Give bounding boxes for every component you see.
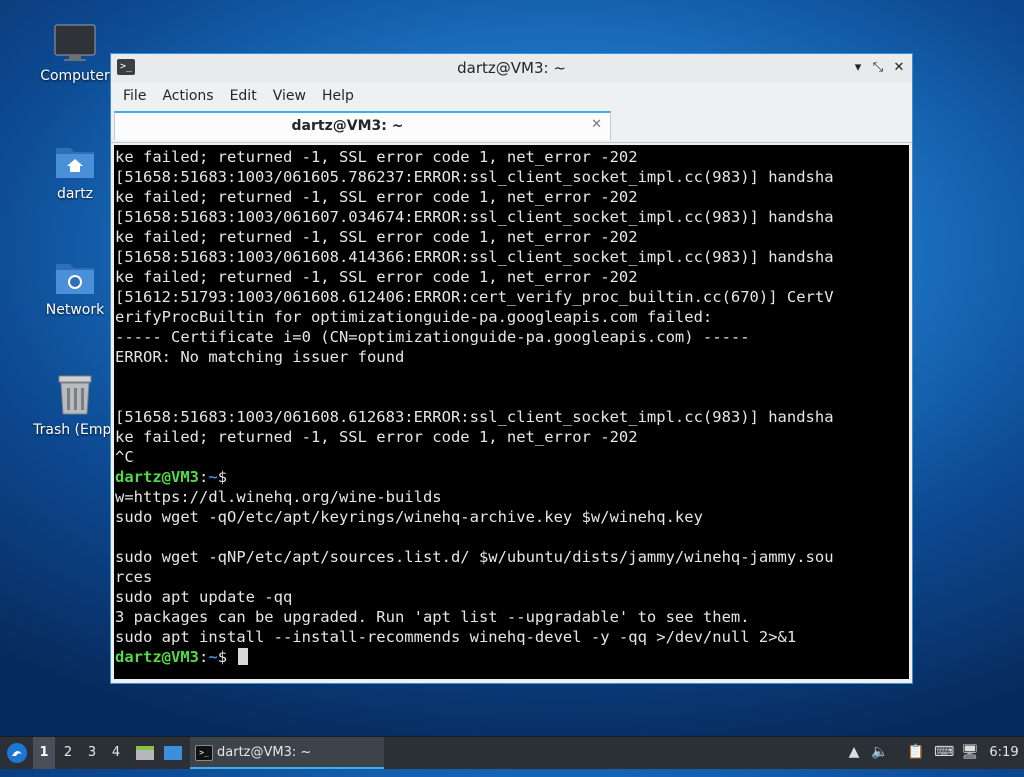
desktop-icon-label: Trash (Empt — [33, 422, 117, 438]
terminal-line: 3 packages can be upgraded. Run 'apt lis… — [115, 608, 750, 626]
menu-actions[interactable]: Actions — [154, 88, 221, 104]
terminal-output[interactable]: ke failed; returned -1, SSL error code 1… — [114, 145, 909, 679]
terminal-line: ke failed; returned -1, SSL error code 1… — [115, 428, 638, 446]
minimize-button[interactable]: ▾ — [849, 59, 867, 77]
shell-prompt: dartz@VM3:~$ — [115, 467, 909, 487]
desktop-icon-computer[interactable]: Computer — [30, 24, 120, 84]
terminal-line: sudo apt install --install-recommends wi… — [115, 628, 797, 646]
terminal-line: erifyProcBuiltin for optimizationguide-p… — [115, 308, 713, 326]
prompt-user: dartz@VM3 — [115, 648, 199, 666]
tab-close-icon[interactable]: ✕ — [591, 117, 602, 132]
prompt-sign: $ — [217, 468, 228, 486]
workspace-1[interactable]: 1 — [33, 737, 55, 769]
tab-terminal[interactable]: dartz@VM3: ~ ✕ — [114, 111, 611, 140]
volume-icon[interactable]: 🔈 — [871, 743, 889, 761]
clipboard-icon[interactable]: 📋 — [907, 743, 925, 761]
terminal-line: sudo wget -qO/etc/apt/keyrings/winehq-ar… — [115, 508, 703, 526]
workspace-2[interactable]: 2 — [57, 737, 79, 769]
tab-label: dartz@VM3: ~ — [291, 118, 404, 134]
tray-arrow-icon[interactable]: ▲ — [845, 743, 863, 761]
window-titlebar[interactable]: >_ dartz@VM3: ~ ▾ ⤡ ✕ — [111, 54, 912, 82]
prompt-user: dartz@VM3 — [115, 468, 199, 486]
menu-edit[interactable]: Edit — [222, 88, 265, 104]
update-notifier-icon[interactable]: 🖥 — [961, 743, 979, 761]
desktop-icon-label: Computer — [40, 68, 110, 84]
desktop-icon-label: dartz — [56, 186, 94, 202]
terminal-line: ^C — [115, 448, 134, 466]
desktop-icon-network[interactable]: Network — [30, 258, 120, 318]
menu-help[interactable]: Help — [314, 88, 362, 104]
desktop-icon-home[interactable]: dartz — [30, 142, 120, 202]
menu-bar: File Actions Edit View Help — [111, 82, 912, 110]
terminal-line: ERROR: No matching issuer found — [115, 348, 405, 366]
computer-icon — [54, 24, 96, 62]
terminal-icon: >_ — [195, 745, 213, 761]
menu-view[interactable]: View — [265, 88, 314, 104]
prompt-path: ~ — [208, 468, 218, 486]
window-title: dartz@VM3: ~ — [457, 59, 566, 77]
home-folder-icon — [54, 142, 96, 180]
desktop-icon-trash[interactable]: Trash (Empt — [30, 374, 120, 438]
desktop-icon-label: Network — [45, 302, 105, 318]
terminal-line: [51658:51683:1003/061605.786237:ERROR:ss… — [115, 168, 834, 186]
network-folder-icon — [54, 258, 96, 296]
terminal-line: [51658:51683:1003/061608.414366:ERROR:ss… — [115, 248, 834, 266]
trash-icon — [55, 374, 95, 416]
terminal-window[interactable]: >_ dartz@VM3: ~ ▾ ⤡ ✕ File Actions Edit … — [110, 53, 913, 684]
terminal-line: ke failed; returned -1, SSL error code 1… — [115, 188, 638, 206]
prompt-colon: : — [199, 468, 209, 486]
desktop-icon — [164, 746, 182, 760]
file-manager-launcher[interactable] — [133, 737, 157, 769]
terminal-line: [51658:51683:1003/061607.034674:ERROR:ss… — [115, 208, 834, 226]
app-menu-button[interactable] — [4, 737, 30, 769]
keyboard-icon[interactable]: ⌨ — [934, 743, 954, 761]
taskbar: 1 2 3 4 >_ dartz@VM3: ~ ▲ 🔈 📋 ⌨ 🖥 6:19 — [0, 736, 1024, 769]
clock[interactable]: 6:19 — [986, 737, 1022, 769]
text-cursor — [238, 648, 249, 665]
shell-prompt-current[interactable]: dartz@VM3:~$ — [115, 647, 909, 667]
workspace-4[interactable]: 4 — [105, 737, 127, 769]
terminal-line: ke failed; returned -1, SSL error code 1… — [115, 268, 638, 286]
show-desktop-button[interactable] — [161, 737, 185, 769]
terminal-line: ----- Certificate i=0 (CN=optimizationgu… — [115, 328, 750, 346]
prompt-sign: $ — [217, 648, 228, 666]
file-manager-icon — [136, 746, 154, 760]
app-launcher-icon — [7, 743, 27, 763]
terminal-line: sudo apt update -qq — [115, 588, 293, 606]
terminal-line: w=https://dl.winehq.org/wine-builds — [115, 488, 442, 506]
workspace-3[interactable]: 3 — [81, 737, 103, 769]
prompt-path: ~ — [208, 648, 218, 666]
tab-bar: dartz@VM3: ~ ✕ — [111, 110, 912, 143]
terminal-line: ke failed; returned -1, SSL error code 1… — [115, 148, 638, 166]
terminal-line: [51658:51683:1003/061608.612683:ERROR:ss… — [115, 408, 834, 426]
maximize-button[interactable]: ⤡ — [869, 59, 887, 77]
terminal-line: ke failed; returned -1, SSL error code 1… — [115, 228, 638, 246]
task-label: dartz@VM3: ~ — [217, 745, 312, 760]
menu-file[interactable]: File — [115, 88, 154, 104]
terminal-line: [51612:51793:1003/061608.612406:ERROR:ce… — [115, 288, 834, 306]
terminal-line: rces — [115, 568, 153, 586]
prompt-colon: : — [199, 648, 209, 666]
terminal-line: sudo wget -qNP/etc/apt/sources.list.d/ $… — [115, 548, 834, 566]
close-button[interactable]: ✕ — [890, 59, 908, 77]
taskbar-task-terminal[interactable]: >_ dartz@VM3: ~ — [190, 737, 384, 769]
